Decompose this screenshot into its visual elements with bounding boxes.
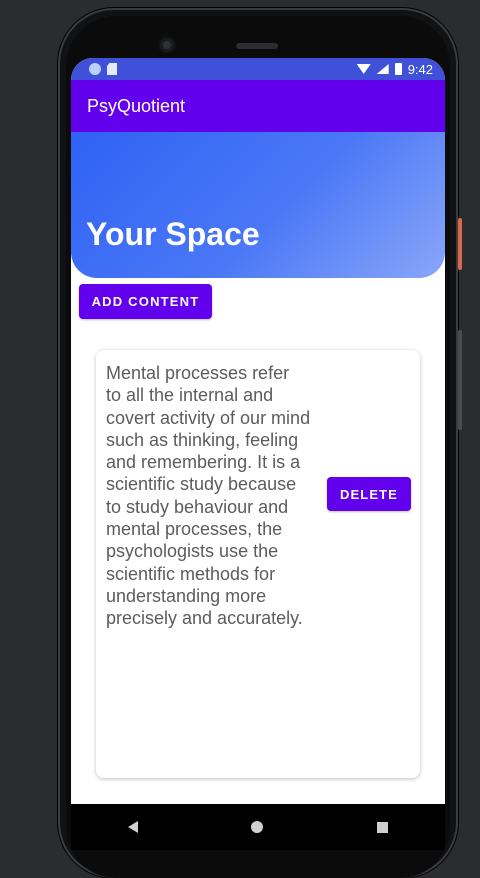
navigation-bar bbox=[71, 804, 445, 850]
signal-icon bbox=[376, 64, 389, 74]
volume-button bbox=[458, 330, 462, 430]
wifi-icon bbox=[356, 64, 371, 74]
home-icon[interactable] bbox=[251, 821, 264, 833]
content-text: Mental processes refer to all the intern… bbox=[106, 363, 311, 629]
add-content-button[interactable]: ADD CONTENT bbox=[79, 284, 212, 319]
hero-title: Your Space bbox=[86, 216, 260, 252]
front-camera-icon bbox=[158, 36, 176, 54]
notification-icon bbox=[89, 63, 101, 75]
app-title: PsyQuotient bbox=[87, 95, 186, 116]
sd-card-icon bbox=[107, 63, 117, 75]
device-screen: 9:42 PsyQuotient Your Space ADD CONTENT … bbox=[71, 58, 445, 804]
recents-icon[interactable] bbox=[377, 821, 389, 833]
earpiece-speaker bbox=[236, 43, 278, 49]
app-bar: PsyQuotient bbox=[71, 80, 445, 132]
delete-button[interactable]: DELETE bbox=[327, 477, 411, 511]
battery-icon bbox=[394, 63, 402, 75]
power-button bbox=[458, 218, 462, 270]
hero-banner: Your Space bbox=[71, 132, 445, 278]
back-icon[interactable] bbox=[127, 821, 138, 833]
status-bar: 9:42 bbox=[71, 58, 445, 80]
content-card: Mental processes refer to all the intern… bbox=[96, 350, 420, 778]
status-time: 9:42 bbox=[407, 61, 433, 77]
